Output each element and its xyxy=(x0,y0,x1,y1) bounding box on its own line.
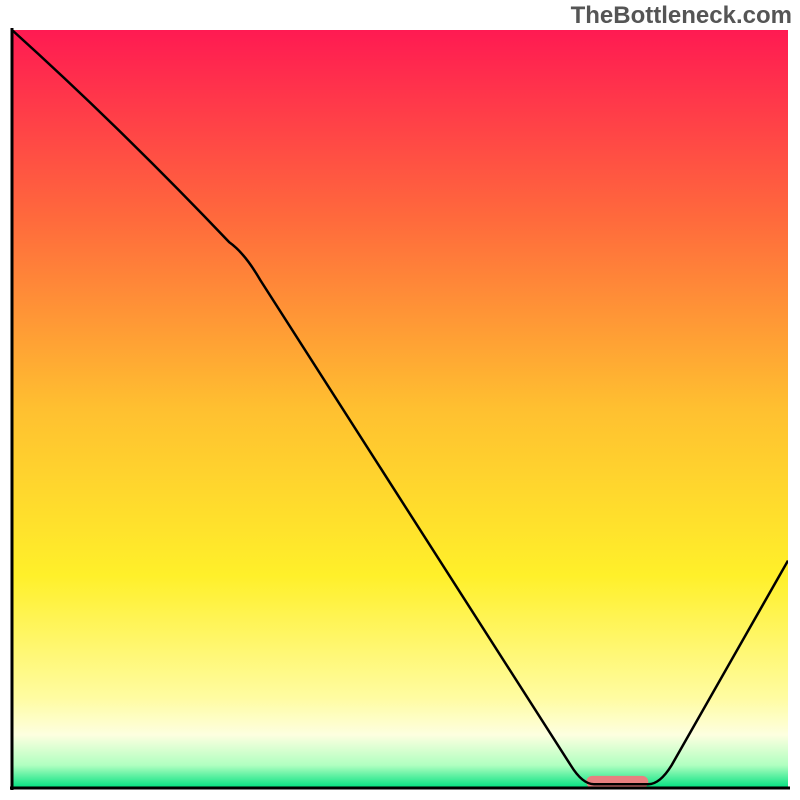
watermark-text: TheBottleneck.com xyxy=(571,2,792,30)
optimal-range-marker xyxy=(586,776,648,788)
bottleneck-chart: TheBottleneck.com xyxy=(0,0,800,800)
gradient-background xyxy=(12,30,788,788)
chart-svg xyxy=(0,0,800,800)
